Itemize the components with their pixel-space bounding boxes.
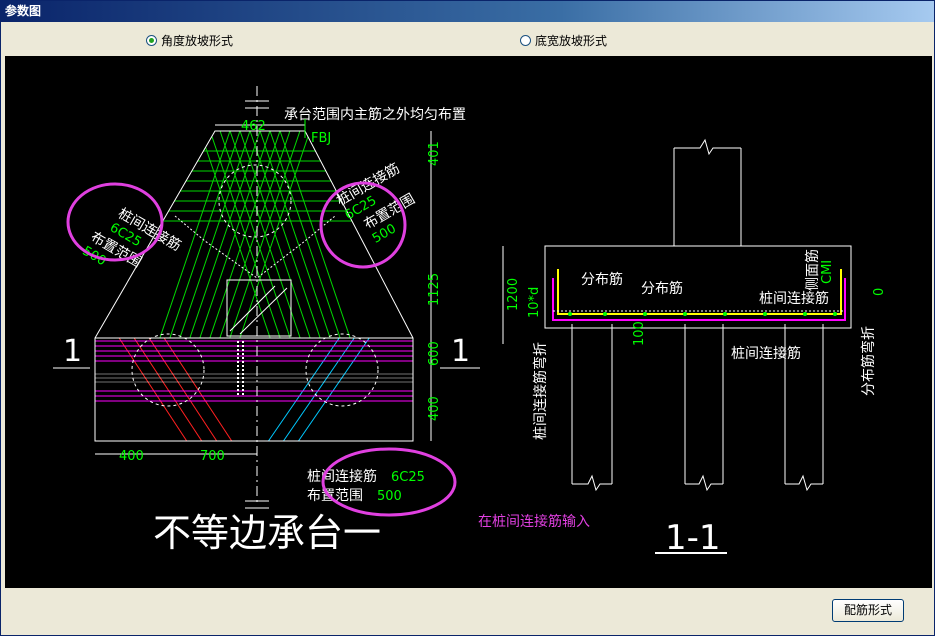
option-row: 角度放坡形式 底宽放坡形式 bbox=[5, 25, 930, 55]
dim-top-width: 462 bbox=[241, 119, 266, 134]
sec-side-value: CMI bbox=[820, 260, 835, 284]
dim-right-1: 1125 bbox=[427, 273, 442, 306]
sec-bend-right: 分布筋弯折 bbox=[860, 326, 877, 396]
dim-bottom-1: 700 bbox=[200, 449, 225, 464]
fbj-label: FBJ bbox=[311, 131, 331, 146]
window-title: 参数图 bbox=[1, 1, 934, 22]
radio-dot-selected bbox=[146, 35, 157, 46]
plan-view: 1 1 462 承台范围内主筋之外均匀布置 FBJ 401 1125 600 4… bbox=[53, 86, 590, 555]
sec-tie-bottom-label: 桩间连接筋 bbox=[731, 345, 801, 362]
dialog-window: 参数图 角度放坡形式 底宽放坡形式 1 1 462 承台范围内主筋之外均匀布置 … bbox=[0, 0, 935, 636]
section-mark-right: 1 bbox=[451, 334, 470, 369]
sec-dist-label-2: 分布筋 bbox=[641, 280, 683, 297]
dim-bottom-0: 400 bbox=[119, 449, 144, 464]
sec-bend-value: 0 bbox=[872, 288, 887, 296]
section-mark-left: 1 bbox=[63, 334, 82, 369]
radio-angle-slope[interactable]: 角度放坡形式 bbox=[146, 32, 233, 49]
radio-dot bbox=[520, 35, 531, 46]
sec-cover-100: 100 bbox=[632, 321, 647, 346]
sec-tie-top-label: 桩间连接筋 bbox=[759, 290, 829, 307]
radio-width-slope[interactable]: 底宽放坡形式 bbox=[520, 32, 607, 49]
sec-anchor: 10*d bbox=[527, 287, 542, 318]
radio-width-label: 底宽放坡形式 bbox=[535, 34, 608, 48]
dim-right-0: 401 bbox=[427, 141, 442, 166]
section-view: 分布筋 分布筋 桩间连接筋 桩间连接筋 侧面筋 CMI 1200 10*d 10… bbox=[502, 138, 887, 558]
sec-bend-left: 桩间连接筋弯折 bbox=[532, 342, 549, 440]
rebar-config-button[interactable]: 配筋形式 bbox=[832, 599, 904, 622]
bottom-tie-value: 6C25 bbox=[391, 470, 425, 485]
plan-title: 不等边承台一 bbox=[153, 511, 381, 555]
sec-side-label: 侧面筋 bbox=[804, 249, 821, 291]
hint-text[interactable]: 在桩间连接筋输入 bbox=[478, 513, 590, 530]
cad-drawing: 1 1 462 承台范围内主筋之外均匀布置 FBJ 401 1125 600 4… bbox=[53, 86, 887, 558]
drawing-canvas: 1 1 462 承台范围内主筋之外均匀布置 FBJ 401 1125 600 4… bbox=[5, 56, 932, 588]
sec-height: 1200 bbox=[506, 278, 521, 311]
radio-angle-label: 角度放坡形式 bbox=[161, 34, 234, 48]
bottom-range-value: 500 bbox=[377, 489, 402, 504]
sec-dist-label-1: 分布筋 bbox=[581, 271, 623, 288]
dim-right-2: 600 bbox=[427, 341, 442, 366]
dim-right-3: 400 bbox=[427, 396, 442, 421]
bottom-tie-label: 桩间连接筋 bbox=[307, 468, 377, 485]
top-note: 承台范围内主筋之外均匀布置 bbox=[284, 106, 466, 123]
